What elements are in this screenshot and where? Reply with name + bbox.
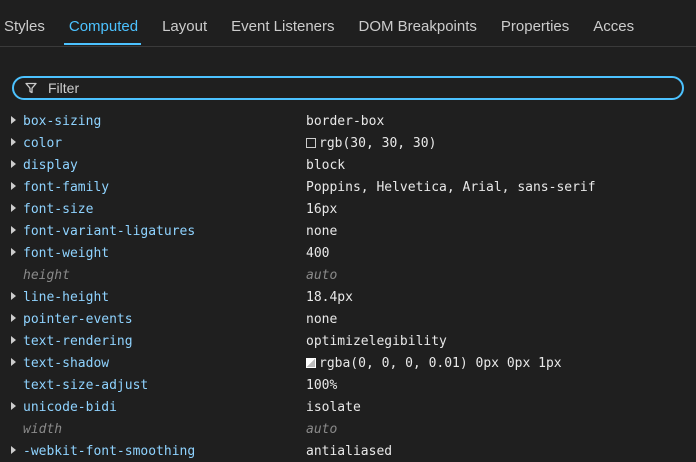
property-value: rgba(0, 0, 0, 0.01) 0px 0px 1px: [306, 356, 562, 371]
property-value-text: 400: [306, 245, 330, 261]
tab-dom-breakpoints[interactable]: DOM Breakpoints: [346, 8, 488, 46]
property-value: rgb(30, 30, 30): [306, 136, 436, 151]
devtools-tab-bar: Styles Computed Layout Event Listeners D…: [0, 8, 696, 46]
expand-arrow-icon[interactable]: [11, 160, 16, 168]
filter-icon: [24, 81, 38, 95]
property-value: 100%: [306, 378, 337, 393]
property-value: none: [306, 312, 337, 327]
expand-arrow-icon[interactable]: [11, 314, 16, 322]
property-value-text: isolate: [306, 399, 361, 415]
property-row[interactable]: text-size-adjust 100%: [0, 374, 696, 396]
property-row[interactable]: width auto: [0, 418, 696, 440]
property-row[interactable]: font-weight 400: [0, 242, 696, 264]
property-value-text: block: [306, 157, 346, 173]
property-row[interactable]: height auto: [0, 264, 696, 286]
shadow-swatch-icon[interactable]: [306, 358, 316, 368]
property-name: box-sizing: [23, 113, 102, 129]
property-name: -webkit-font-smoothing: [23, 443, 196, 459]
property-value-text: none: [306, 311, 338, 327]
property-value-text: rgb(30, 30, 30): [319, 135, 437, 151]
property-value-text: optimizelegibility: [306, 333, 447, 349]
property-value: 18.4px: [306, 290, 353, 305]
property-value: 16px: [306, 202, 337, 217]
property-value: optimizelegibility: [306, 334, 447, 349]
property-value-text: 18.4px: [306, 289, 353, 305]
property-name: line-height: [23, 289, 110, 305]
property-row[interactable]: box-sizing border-box: [0, 110, 696, 132]
expand-arrow-icon[interactable]: [11, 336, 16, 344]
property-name: text-shadow: [23, 355, 110, 371]
property-value-text: auto: [306, 421, 338, 437]
property-row[interactable]: color rgb(30, 30, 30): [0, 132, 696, 154]
property-value: antialiased: [306, 444, 392, 459]
tab-accessibility[interactable]: Acces: [580, 8, 645, 46]
expand-arrow-icon[interactable]: [11, 292, 16, 300]
property-value-text: rgba(0, 0, 0, 0.01) 0px 0px 1px: [319, 355, 562, 371]
expand-arrow-icon[interactable]: [11, 204, 16, 212]
property-name: font-size: [23, 201, 94, 217]
property-value-text: antialiased: [306, 443, 393, 459]
expand-arrow-icon[interactable]: [11, 446, 16, 454]
property-value-text: auto: [306, 267, 338, 283]
computed-properties-list: box-sizing border-box color rgb(30, 30, 30)…: [0, 110, 696, 462]
property-value: auto: [306, 422, 337, 437]
property-value-text: none: [306, 223, 338, 239]
property-name: height: [23, 267, 70, 283]
property-row[interactable]: display block: [0, 154, 696, 176]
property-name: font-variant-ligatures: [23, 223, 196, 239]
computed-styles-panel: Styles Computed Layout Event Listeners D…: [0, 0, 696, 462]
expand-arrow-icon[interactable]: [11, 248, 16, 256]
tab-styles[interactable]: Styles: [0, 8, 56, 46]
property-row[interactable]: font-family Poppins, Helvetica, Arial, sa…: [0, 176, 696, 198]
property-name: width: [23, 421, 63, 437]
property-value: 400: [306, 246, 329, 261]
property-name: font-family: [23, 179, 110, 195]
expand-arrow-icon[interactable]: [11, 358, 16, 366]
expand-arrow-icon[interactable]: [11, 138, 16, 146]
tab-layout[interactable]: Layout: [149, 8, 218, 46]
property-value-text: border-box: [306, 113, 385, 129]
property-row[interactable]: text-shadow rgba(0, 0, 0, 0.01) 0px 0px 1…: [0, 352, 696, 374]
property-name: unicode-bidi: [23, 399, 117, 415]
property-value: border-box: [306, 114, 384, 129]
property-row[interactable]: unicode-bidi isolate: [0, 396, 696, 418]
property-row[interactable]: pointer-events none: [0, 308, 696, 330]
property-value-text: 16px: [306, 201, 338, 217]
property-row[interactable]: -webkit-font-smoothing antialiased: [0, 440, 696, 462]
property-value-text: 100%: [306, 377, 338, 393]
property-row[interactable]: font-size 16px: [0, 198, 696, 220]
expand-arrow-icon[interactable]: [11, 116, 16, 124]
property-value-text: Poppins, Helvetica, Arial, sans-serif: [306, 179, 596, 195]
property-row[interactable]: line-height 18.4px: [0, 286, 696, 308]
tab-bar-divider: [0, 46, 696, 47]
expand-arrow-icon[interactable]: [11, 402, 16, 410]
property-row[interactable]: font-variant-ligatures none: [0, 220, 696, 242]
property-name: text-rendering: [23, 333, 133, 349]
expand-arrow-icon[interactable]: [11, 182, 16, 190]
property-value: Poppins, Helvetica, Arial, sans-serif: [306, 180, 596, 195]
filter-input[interactable]: [48, 78, 648, 98]
tab-computed[interactable]: Computed: [56, 8, 149, 46]
property-name: font-weight: [23, 245, 110, 261]
property-value: block: [306, 158, 345, 173]
property-name: display: [23, 157, 78, 173]
expand-arrow-icon[interactable]: [11, 226, 16, 234]
tab-properties[interactable]: Properties: [488, 8, 580, 46]
property-value: none: [306, 224, 337, 239]
property-name: text-size-adjust: [23, 377, 149, 393]
property-value: isolate: [306, 400, 361, 415]
property-row[interactable]: text-rendering optimizelegibility: [0, 330, 696, 352]
property-name: pointer-events: [23, 311, 133, 327]
filter-bar[interactable]: [12, 76, 684, 100]
color-swatch-icon[interactable]: [306, 138, 316, 148]
tab-event-listeners[interactable]: Event Listeners: [218, 8, 345, 46]
property-value: auto: [306, 268, 337, 283]
property-name: color: [23, 135, 63, 151]
